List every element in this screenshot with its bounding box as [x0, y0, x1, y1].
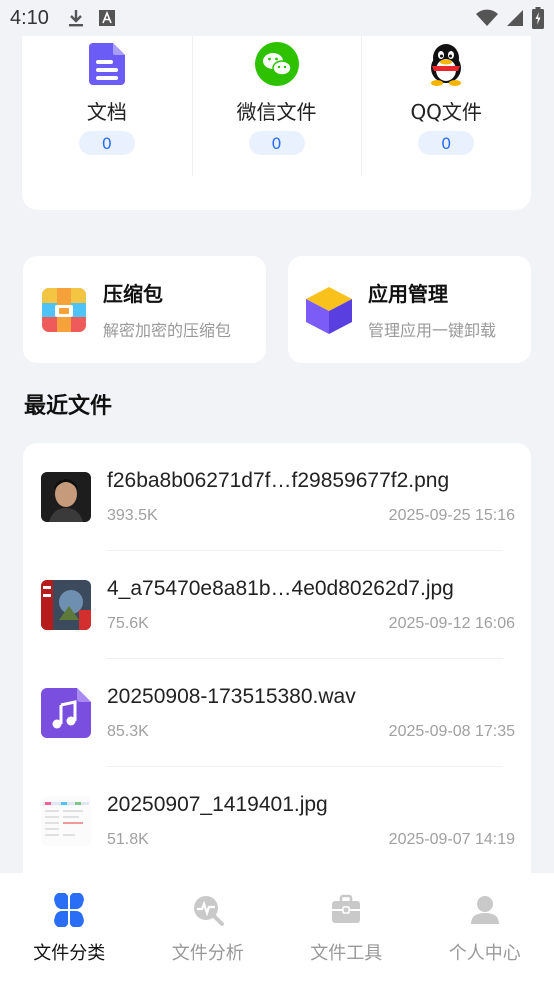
file-date: 2025-09-07 14:19	[388, 831, 515, 848]
file-size: 75.6K	[107, 615, 149, 632]
recent-files-title: 最近文件	[24, 394, 113, 419]
file-name: f26ba8b06271d7f…f29859677f2.png	[107, 469, 450, 492]
tab-file-categories[interactable]: 文件分类	[0, 873, 139, 984]
file-date: 2025-09-12 16:06	[388, 615, 515, 632]
nav-label: 文件工具	[310, 943, 383, 964]
file-name: 20250907_1419401.jpg	[107, 793, 328, 816]
list-item[interactable]: 4_a75470e8a81b…4e0d80262d7.jpg 75.6K 202…	[23, 551, 531, 659]
status-time: 4:10	[10, 6, 49, 29]
signal-icon	[507, 10, 523, 26]
file-date: 2025-09-08 17:35	[388, 723, 515, 740]
tool-title: 压缩包	[103, 282, 163, 306]
download-icon	[68, 10, 83, 27]
category-label: QQ文件	[410, 100, 482, 124]
app-box-icon	[306, 286, 352, 334]
file-name: 4_a75470e8a81b…4e0d80262d7.jpg	[107, 577, 454, 600]
archive-icon	[42, 287, 86, 332]
category-count-badge: 0	[418, 131, 475, 155]
tool-subtitle: 管理应用一键卸载	[368, 321, 497, 340]
status-bar: 4:10	[0, 0, 554, 36]
nav-label: 个人中心	[448, 943, 521, 964]
list-item[interactable]: 20250908-173515380.wav 85.3K 2025-09-08 …	[23, 659, 531, 767]
category-qq[interactable]: QQ文件 0	[361, 36, 531, 210]
category-documents[interactable]: 文档 0	[22, 36, 192, 210]
qq-icon	[424, 42, 468, 86]
tool-subtitle: 解密加密的压缩包	[103, 321, 232, 340]
app-manager-card[interactable]: 应用管理 管理应用一键卸载	[288, 256, 531, 363]
tab-file-analysis[interactable]: 文件分析	[139, 873, 278, 984]
list-item[interactable]: 20250907_1419401.jpg 51.8K 2025-09-07 14…	[23, 767, 531, 875]
tab-personal-center[interactable]: 个人中心	[416, 873, 554, 984]
category-count-badge: 0	[248, 131, 305, 155]
screenshot-thumbnail	[41, 796, 91, 846]
nav-label: 文件分类	[33, 943, 106, 964]
recent-files-list: f26ba8b06271d7f…f29859677f2.png 393.5K 2…	[23, 443, 531, 903]
file-size: 393.5K	[107, 507, 158, 524]
tab-file-tools[interactable]: 文件工具	[277, 873, 416, 984]
file-size: 51.8K	[107, 831, 149, 848]
file-date: 2025-09-25 15:16	[388, 507, 515, 524]
file-size: 85.3K	[107, 723, 149, 740]
category-count-badge: 0	[78, 131, 135, 155]
wifi-icon	[476, 9, 498, 26]
archive-tool-card[interactable]: 压缩包 解密加密的压缩包	[23, 256, 266, 363]
category-wechat[interactable]: 微信文件 0	[191, 36, 362, 210]
user-icon	[470, 896, 499, 924]
audio-file-icon	[41, 688, 91, 738]
photo-thumbnail	[41, 472, 91, 522]
bottom-nav: 文件分类 文件分析 文件工具 个人中心	[0, 873, 554, 984]
analysis-icon	[193, 896, 224, 926]
file-name: 20250908-173515380.wav	[107, 685, 356, 708]
document-icon	[85, 42, 129, 86]
category-label: 文档	[86, 100, 127, 124]
wechat-icon	[254, 42, 299, 86]
nav-label: 文件分析	[171, 943, 244, 964]
category-card: 文档 0 微信文件 0 QQ文件 0	[22, 36, 531, 210]
toolbox-icon	[332, 894, 361, 923]
a-box-icon	[98, 10, 115, 26]
category-label: 微信文件	[236, 100, 317, 124]
list-item[interactable]: f26ba8b06271d7f…f29859677f2.png 393.5K 2…	[23, 443, 531, 551]
photo-thumbnail	[41, 580, 91, 630]
battery-icon	[532, 7, 544, 29]
tool-title: 应用管理	[368, 282, 448, 306]
category-icon	[54, 893, 85, 927]
